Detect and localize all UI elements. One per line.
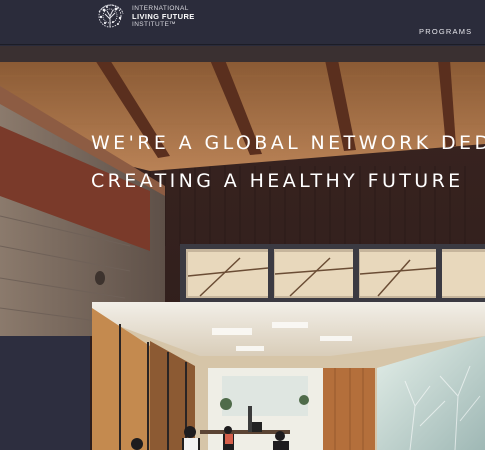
- logo-line-2: LIVING FUTURE: [132, 12, 195, 21]
- hero-heading: WE'RE A GLOBAL NETWORK DED CREATING A HE…: [91, 124, 485, 200]
- site-header: INTERNATIONAL LIVING FUTURE INSTITUTE™ P…: [0, 0, 485, 45]
- logo-line-3: INSTITUTE™: [132, 21, 177, 28]
- hero-heading-line-1: WE'RE A GLOBAL NETWORK DED: [91, 132, 485, 154]
- site-logo[interactable]: INTERNATIONAL LIVING FUTURE INSTITUTE™: [93, 3, 195, 31]
- tree-icon: [98, 4, 124, 28]
- logo-wordmark: INTERNATIONAL LIVING FUTURE INSTITUTE™: [132, 5, 195, 29]
- nav-programs[interactable]: PROGRAMS: [419, 27, 472, 36]
- hero-heading-line-2: CREATING A HEALTHY FUTURE: [91, 170, 464, 192]
- side-panel: [0, 336, 90, 450]
